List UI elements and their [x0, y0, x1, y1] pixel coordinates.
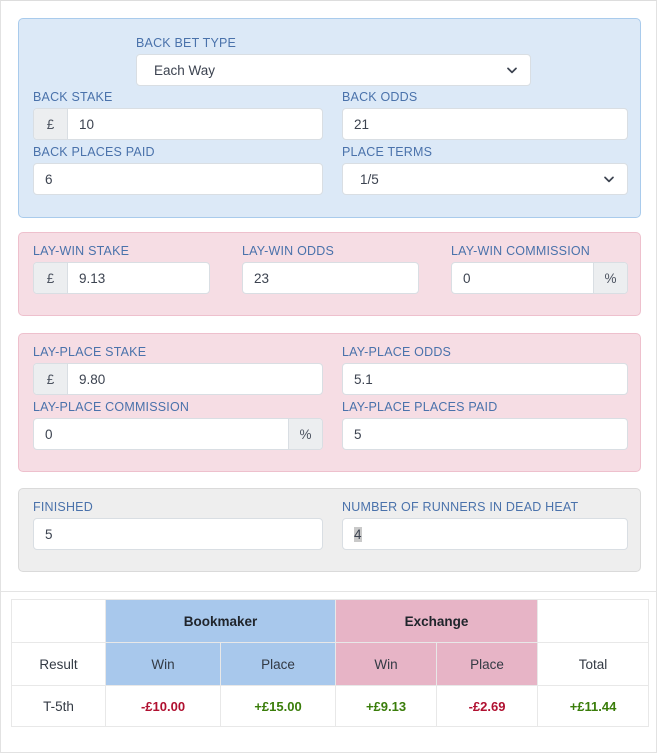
lay-place-stake-value[interactable]: 9.80	[68, 364, 322, 394]
cell-exchange-win: +£9.13	[335, 685, 438, 727]
column-header-total: Total	[537, 642, 650, 686]
lay-win-commission-field[interactable]: 0 %	[451, 262, 628, 294]
cell-exchange-place: -£2.69	[436, 685, 539, 727]
bookmaker-win-amount: -£10.00	[140, 698, 186, 714]
group-header-blank-right	[537, 599, 650, 643]
back-places-paid-label: BACK PLACES PAID	[33, 145, 155, 159]
column-header-exchange-win: Win	[335, 642, 438, 686]
lay-place-commission-field[interactable]: 0 %	[33, 418, 323, 450]
back-places-paid-field[interactable]: 6	[33, 163, 323, 195]
cell-bookmaker-place: +£15.00	[219, 685, 337, 727]
table-group-header-row: Bookmaker Exchange	[11, 599, 650, 643]
lay-win-odds-label: LAY-WIN ODDS	[242, 244, 334, 258]
outcome-panel: FINISHED 5 NUMBER OF RUNNERS IN DEAD HEA…	[18, 488, 641, 572]
finished-value[interactable]: 5	[34, 519, 322, 549]
back-stake-label: BACK STAKE	[33, 90, 113, 104]
dead-heat-runners-field[interactable]: 4	[342, 518, 628, 550]
place-terms-label: PLACE TERMS	[342, 145, 433, 159]
group-header-exchange: Exchange	[335, 599, 539, 643]
finished-field[interactable]: 5	[33, 518, 323, 550]
column-header-bookmaker-place: Place	[219, 642, 337, 686]
back-stake-field[interactable]: £ 10	[33, 108, 323, 140]
column-header-exchange-place: Place	[436, 642, 539, 686]
table-column-header-row: Result Win Place Win Place Total	[11, 642, 650, 686]
lay-place-odds-value[interactable]: 5.1	[343, 364, 627, 394]
lay-place-places-paid-label: LAY-PLACE PLACES PAID	[342, 400, 498, 414]
section-divider	[1, 591, 656, 592]
place-terms-value: 1/5	[360, 171, 379, 187]
lay-win-stake-label: LAY-WIN STAKE	[33, 244, 130, 258]
currency-prefix-icon: £	[34, 109, 68, 139]
lay-place-odds-field[interactable]: 5.1	[342, 363, 628, 395]
cell-bookmaker-win: -£10.00	[105, 685, 221, 727]
cell-total: +£11.44	[537, 685, 650, 727]
dead-heat-runners-selected-text: 4	[354, 526, 362, 542]
lay-place-places-paid-field[interactable]: 5	[342, 418, 628, 450]
lay-place-places-paid-value[interactable]: 5	[343, 419, 627, 449]
lay-win-commission-value[interactable]: 0	[452, 263, 593, 293]
lay-win-odds-field[interactable]: 23	[242, 262, 419, 294]
back-places-paid-value[interactable]: 6	[34, 164, 322, 194]
lay-win-stake-field[interactable]: £ 9.13	[33, 262, 210, 294]
bookmaker-place-amount: +£15.00	[254, 698, 302, 714]
lay-place-odds-label: LAY-PLACE ODDS	[342, 345, 452, 359]
cell-result: T-5th	[11, 685, 106, 727]
back-stake-value[interactable]: 10	[68, 109, 322, 139]
back-bet-type-label: BACK BET TYPE	[136, 36, 237, 50]
back-bet-type-value: Each Way	[154, 62, 216, 78]
lay-place-panel: LAY-PLACE STAKE £ 9.80 LAY-PLACE ODDS 5.…	[18, 333, 641, 472]
finished-label: FINISHED	[33, 500, 93, 514]
group-header-blank-left	[11, 599, 106, 643]
percent-suffix-icon: %	[593, 263, 627, 293]
lay-place-stake-field[interactable]: £ 9.80	[33, 363, 323, 395]
percent-suffix-icon: %	[288, 419, 322, 449]
lay-win-commission-label: LAY-WIN COMMISSION	[451, 244, 591, 258]
back-bet-type-select[interactable]: Each Way	[136, 54, 531, 86]
back-odds-field[interactable]: 21	[342, 108, 628, 140]
lay-place-commission-label: LAY-PLACE COMMISSION	[33, 400, 190, 414]
column-header-bookmaker-win: Win	[105, 642, 221, 686]
lay-win-panel: LAY-WIN STAKE £ 9.13 LAY-WIN ODDS 23 LAY…	[18, 232, 641, 316]
currency-prefix-icon: £	[34, 364, 68, 394]
currency-prefix-icon: £	[34, 263, 68, 293]
total-amount: +£11.44	[569, 698, 617, 714]
exchange-win-amount: +£9.13	[365, 698, 407, 714]
lay-win-odds-value[interactable]: 23	[243, 263, 418, 293]
dead-heat-runners-value[interactable]: 4	[343, 519, 627, 549]
back-bet-panel: BACK BET TYPE Each Way BACK STAKE £ 10 B…	[18, 18, 641, 218]
table-row: T-5th -£10.00 +£15.00 +£9.13 -£2.69 +£11…	[11, 685, 650, 727]
place-terms-select[interactable]: 1/5	[342, 163, 628, 195]
group-header-bookmaker: Bookmaker	[104, 599, 337, 643]
chevron-down-icon	[507, 67, 517, 74]
dead-heat-runners-label: NUMBER OF RUNNERS IN DEAD HEAT	[342, 500, 579, 514]
betting-calculator-page: BACK BET TYPE Each Way BACK STAKE £ 10 B…	[0, 0, 657, 753]
lay-win-stake-value[interactable]: 9.13	[68, 263, 209, 293]
lay-place-commission-value[interactable]: 0	[34, 419, 288, 449]
exchange-place-amount: -£2.69	[468, 698, 506, 714]
results-table: Bookmaker Exchange Result Win Place Win …	[11, 599, 650, 727]
lay-place-stake-label: LAY-PLACE STAKE	[33, 345, 147, 359]
back-odds-value[interactable]: 21	[343, 109, 627, 139]
column-header-result: Result	[11, 642, 106, 686]
back-odds-label: BACK ODDS	[342, 90, 418, 104]
chevron-down-icon	[604, 176, 614, 183]
